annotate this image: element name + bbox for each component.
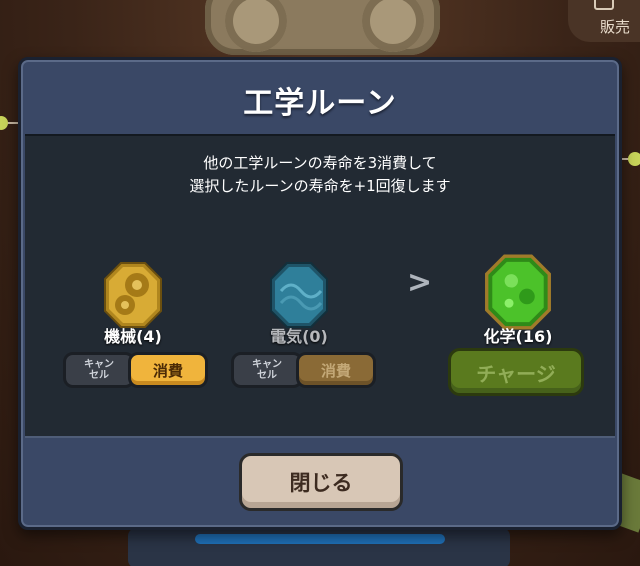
trash-icon (594, 0, 614, 10)
cancel-label: キャンセル (252, 359, 282, 381)
mechanical-rune-icon (103, 261, 163, 329)
chevron-right-icon: > (407, 265, 433, 300)
rune-name-label: 電気(0) (270, 327, 328, 346)
sell-label: 販売 (599, 18, 630, 36)
description-line: 選択したルーンの寿命を+1回復します (189, 177, 451, 195)
description-line: 他の工学ルーンの寿命を3消費して (203, 154, 437, 172)
charge-label: チャージ (476, 361, 556, 386)
rune-name-label: 機械(4) (104, 327, 162, 346)
consume-label: 消費 (320, 361, 351, 380)
rune-dialog: 工学ルーン 他の工学ルーンの寿命を3消費して 選択したルーンの寿命を+1回復しま… (18, 57, 622, 530)
background-node (0, 116, 8, 130)
mechanical-consume-button[interactable]: 消費 (128, 352, 208, 388)
sell-button[interactable]: 販売 (568, 0, 640, 42)
electric-consume-button[interactable]: 消費 (296, 352, 376, 388)
electric-rune-icon (269, 261, 329, 329)
mechanical-cancel-button[interactable]: キャンセル (63, 352, 135, 388)
background-node (628, 152, 640, 166)
cancel-label: キャンセル (84, 359, 114, 381)
close-button[interactable]: 閉じる (239, 453, 403, 511)
background-bottom-highlight (195, 534, 445, 544)
chemical-rune-icon (484, 254, 552, 330)
dialog-title: 工学ルーン (243, 86, 397, 121)
close-label: 閉じる (289, 471, 353, 495)
dialog-content-panel: 他の工学ルーンの寿命を3消費して 選択したルーンの寿命を+1回復します 機械(4… (25, 134, 615, 438)
electric-cancel-button[interactable]: キャンセル (231, 352, 303, 388)
consume-label: 消費 (152, 361, 183, 380)
rune-name-label: 化学(16) (483, 327, 553, 346)
charge-button[interactable]: チャージ (448, 348, 584, 396)
dialog-description: 他の工学ルーンの寿命を3消費して 選択したルーンの寿命を+1回復します (25, 152, 615, 198)
